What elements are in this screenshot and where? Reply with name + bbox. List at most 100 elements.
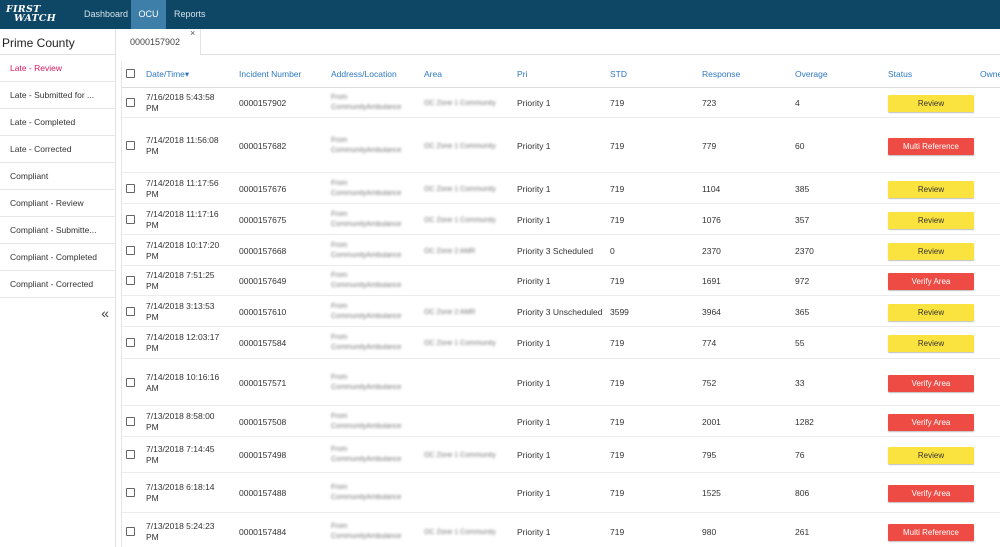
sidebar-item-compliant[interactable]: Compliant [0,163,116,190]
column-header-owner[interactable]: Owne [980,62,1000,88]
status-button[interactable]: Verify Area [888,374,974,392]
sidebar-item-compliant-completed[interactable]: Compliant - Completed [0,244,116,271]
sidebar-item-late-submitted[interactable]: Late - Submitted for ... [0,82,116,109]
column-header-area[interactable]: Area [424,62,442,88]
status-button[interactable]: Review [888,180,974,198]
cell-priority: Priority 1 [517,338,551,348]
cell-overage: 60 [795,140,805,151]
table-row[interactable]: 7/16/2018 5:43:58 PM 0000157902 From Commun… [122,88,1000,118]
column-header-response[interactable]: Response [702,62,740,88]
status-button[interactable]: Review [888,303,974,321]
cell-priority: Priority 1 [517,140,551,151]
table-row[interactable]: 7/14/2018 10:16:16 AM 0000157571 From Commu… [122,359,1000,406]
column-header-date[interactable]: Date/Time▾ [146,62,189,88]
row-checkbox[interactable] [126,140,135,150]
cell-response: 980 [702,526,717,537]
table-row[interactable]: 7/14/2018 3:13:53 PM 0000157610 From Commun… [122,296,1000,327]
cell-incident-number: 0000157902 [239,98,287,108]
row-checkbox[interactable] [126,338,135,347]
address-redacted-line: CommunityAmbulance [331,189,402,197]
collapse-sidebar-icon[interactable]: « [101,305,109,321]
sidebar-item-compliant-submitted[interactable]: Compliant - Submitte... [0,217,116,244]
table-row[interactable]: 7/13/2018 6:18:14 PM 0000157488 From Commun… [122,473,1000,513]
address-redacted-line: From [331,412,348,420]
sidebar-item-late-corrected[interactable]: Late - Corrected [0,136,116,163]
table-row[interactable]: 7/14/2018 11:56:08 PM 0000157682 From Commu… [122,118,1000,173]
cell-std: 719 [610,140,625,151]
column-header-std[interactable]: STD [610,62,627,88]
row-checkbox[interactable] [126,450,135,459]
table-row[interactable]: 7/14/2018 7:51:25 PM 0000157649 From Commun… [122,266,1000,296]
cell-date: 7/16/2018 5:43:58 PM [146,92,215,113]
cell-std: 3599 [610,306,629,317]
row-checkbox[interactable] [126,98,135,107]
row-checkbox[interactable] [126,306,135,316]
status-button[interactable]: Review [888,211,974,229]
row-checkbox[interactable] [126,214,135,224]
status-button[interactable]: Review [888,447,974,464]
top-nav-bar: FIRST WATCH Dashboard OCU Reports [0,0,1000,29]
area-redacted: OC Zone 1 Community [424,100,496,107]
column-header-pri[interactable]: Pri [517,62,527,88]
logo-line-2: WATCH [14,13,57,24]
sidebar-item-late-completed[interactable]: Late - Completed [0,109,116,136]
status-button[interactable]: Review [888,95,974,112]
status-button[interactable]: Verify Area [888,413,974,431]
sidebar-item-late-review[interactable]: Late - Review [0,55,116,82]
status-button[interactable]: Multi Reference [888,137,974,155]
document-tab[interactable]: 0000157902 × [117,28,201,55]
table-row[interactable]: 7/14/2018 11:17:16 PM 0000157675 From Commu… [122,204,1000,235]
row-checkbox[interactable] [126,377,135,387]
address-redacted-line: CommunityAmbulance [331,383,402,391]
column-header-date-label: Date/Time [146,69,185,79]
table-row[interactable]: 7/14/2018 12:03:17 PM 0000157584 From Commu… [122,327,1000,359]
table-row[interactable]: 7/13/2018 7:14:45 PM 0000157498 From Commun… [122,437,1000,473]
table-row[interactable]: 7/13/2018 8:58:00 PM 0000157508 From Commun… [122,406,1000,437]
column-header-overage[interactable]: Overage [795,62,828,88]
cell-response: 723 [702,98,717,108]
cell-date: 7/14/2018 10:16:16 AM [146,371,220,393]
firstwatch-logo[interactable]: FIRST WATCH [6,5,66,25]
column-header-incident[interactable]: Incident Number [239,62,301,88]
status-button[interactable]: Verify Area [888,273,974,290]
address-redacted-line: CommunityAmbulance [331,456,402,463]
address-redacted-line: From [331,302,348,310]
status-button[interactable]: Review [888,335,974,352]
nav-tab-dashboard[interactable]: Dashboard [76,0,136,29]
row-checkbox[interactable] [126,183,135,193]
address-redacted-line: CommunityAmbulance [331,312,402,320]
address-redacted-line: From [331,373,348,381]
table-row[interactable]: 7/14/2018 11:17:56 PM 0000157676 From Commu… [122,173,1000,204]
table-row[interactable]: 7/14/2018 10:17:20 PM 0000157668 From Commu… [122,235,1000,266]
cell-std: 719 [610,98,625,108]
cell-incident-number: 0000157675 [239,214,287,225]
sidebar-item-compliant-review[interactable]: Compliant - Review [0,190,116,217]
cell-priority: Priority 1 [517,377,551,388]
row-checkbox[interactable] [126,276,135,285]
close-tab-icon[interactable]: × [190,20,195,46]
cell-date: 7/13/2018 5:24:23 PM [146,520,215,542]
status-button[interactable]: Verify Area [888,485,974,502]
cell-incident-number: 0000157498 [239,450,287,460]
status-button[interactable]: Review [888,242,974,260]
nav-tab-ocu[interactable]: OCU [131,0,166,29]
sidebar-item-compliant-corrected[interactable]: Compliant - Corrected [0,271,116,298]
row-checkbox[interactable] [126,488,135,497]
row-checkbox[interactable] [126,245,135,255]
table-row[interactable]: 7/13/2018 5:24:23 PM 0000157484 From Commun… [122,513,1000,547]
row-checkbox[interactable] [126,416,135,426]
cell-std: 719 [610,214,625,225]
address-redacted-line: CommunityAmbulance [331,251,402,259]
cell-priority: Priority 3 Unscheduled [517,306,603,317]
column-header-address[interactable]: Address/Location [331,62,397,88]
cell-incident-number: 0000157649 [239,276,287,286]
area-redacted: OC Zone 1 Community [424,340,496,347]
cell-incident-number: 0000157571 [239,377,287,388]
status-button[interactable]: Multi Reference [888,523,974,541]
row-checkbox[interactable] [126,526,135,536]
address-redacted-line: CommunityAmbulance [331,146,402,154]
cell-date: 7/13/2018 7:14:45 PM [146,444,215,465]
column-header-status[interactable]: Status [888,62,912,88]
select-all-checkbox[interactable] [126,69,135,78]
area-redacted: OC Zone 2 AMR [424,247,476,255]
